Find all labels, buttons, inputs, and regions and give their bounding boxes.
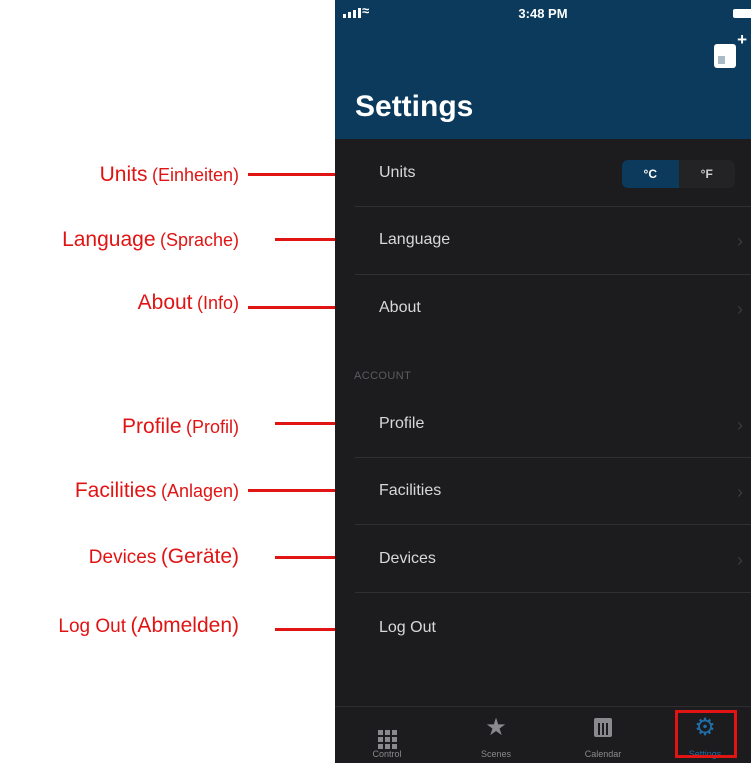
unit-option-celsius[interactable]: °C <box>622 160 679 188</box>
chevron-right-icon: › <box>737 550 743 570</box>
phone-screen: ≈ 3:48 PM + Settings Units °C °F Languag… <box>335 0 751 763</box>
settings-row-about[interactable]: About › <box>355 299 751 319</box>
tab-scenes[interactable]: ★ Scenes <box>444 707 548 763</box>
settings-header: ≈ 3:48 PM + Settings <box>335 0 751 139</box>
language-label: Language <box>379 231 451 248</box>
settings-row-language[interactable]: Language › <box>355 231 751 251</box>
settings-row-profile[interactable]: Profile › <box>355 415 751 435</box>
chevron-right-icon: › <box>737 231 743 251</box>
tab-label: Scenes <box>480 749 512 759</box>
settings-tab-highlight-box <box>675 710 737 758</box>
annotation-arrow <box>248 167 360 181</box>
about-label: About <box>379 299 421 316</box>
tab-label: Control <box>372 749 402 759</box>
units-label: Units <box>379 164 416 181</box>
devices-label: Devices <box>379 550 436 567</box>
chevron-right-icon: › <box>737 299 743 319</box>
account-section-header: ACCOUNT <box>354 370 412 382</box>
profile-label: Profile <box>379 415 425 432</box>
tab-control[interactable]: Control <box>335 707 439 763</box>
tab-calendar[interactable]: Calendar <box>551 707 655 763</box>
annotation-units: Units (Einheiten) <box>99 163 239 186</box>
annotated-screenshot: Units (Einheiten) Language (Sprache) Abo… <box>0 0 751 763</box>
divider <box>355 274 751 275</box>
settings-row-devices[interactable]: Devices › <box>355 550 751 570</box>
calendar-icon <box>551 715 655 743</box>
page-title: Settings <box>355 90 474 123</box>
chevron-right-icon: › <box>737 415 743 435</box>
annotation-logout: Log Out (Abmelden) <box>58 614 239 637</box>
star-icon: ★ <box>485 714 507 741</box>
annotation-facilities: Facilities (Anlagen) <box>74 479 239 502</box>
settings-row-facilities[interactable]: Facilities › <box>355 482 751 502</box>
annotation-profile: Profile (Profil) <box>122 415 239 438</box>
settings-row-logout[interactable]: Log Out <box>355 619 751 639</box>
chevron-right-icon: › <box>737 482 743 502</box>
annotation-arrow <box>248 300 360 314</box>
annotation-language: Language (Sprache) <box>62 228 239 251</box>
units-segmented-control[interactable]: °C °F <box>622 160 735 188</box>
divider <box>355 524 751 525</box>
status-time: 3:48 PM <box>518 6 568 21</box>
annotation-arrow <box>248 483 360 497</box>
unit-option-fahrenheit[interactable]: °F <box>679 160 736 188</box>
divider <box>355 457 751 458</box>
facilities-label: Facilities <box>379 482 442 499</box>
status-bar: ≈ 3:48 PM <box>335 0 751 26</box>
tab-label: Calendar <box>584 749 622 759</box>
add-device-icon[interactable]: + <box>714 30 747 68</box>
battery-icon <box>733 9 751 18</box>
annotation-devices: Devices (Geräte) <box>88 545 239 568</box>
annotation-about: About (Info) <box>137 291 239 314</box>
divider <box>355 206 751 207</box>
logout-label: Log Out <box>379 619 436 636</box>
plus-icon: + <box>737 30 747 49</box>
grid-icon <box>335 715 439 749</box>
divider <box>355 592 751 593</box>
